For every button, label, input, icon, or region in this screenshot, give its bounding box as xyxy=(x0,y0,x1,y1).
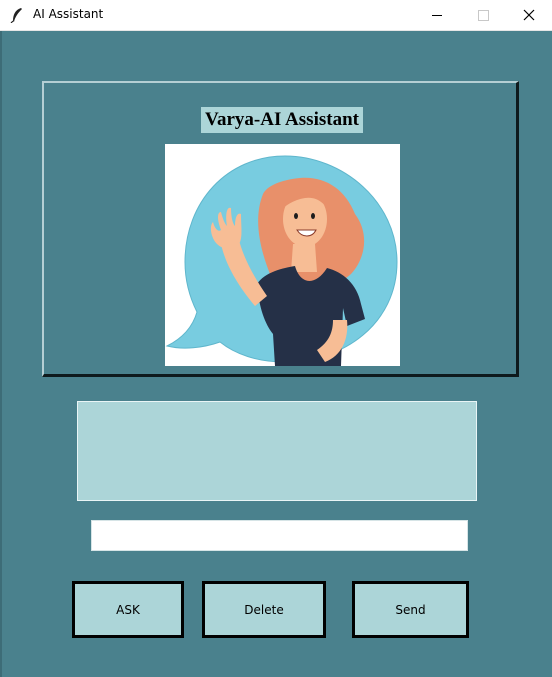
delete-button[interactable]: Delete xyxy=(202,581,326,638)
question-input[interactable] xyxy=(91,520,468,551)
maximize-button[interactable] xyxy=(460,0,506,30)
ask-button[interactable]: ASK xyxy=(72,581,184,638)
waving-woman-icon xyxy=(165,155,398,366)
close-icon xyxy=(523,9,535,21)
close-button[interactable] xyxy=(506,0,552,30)
assistant-avatar xyxy=(165,144,400,366)
assistant-heading: Varya-AI Assistant xyxy=(201,107,363,133)
window-border xyxy=(0,31,2,677)
feather-icon xyxy=(10,7,24,24)
send-button[interactable]: Send xyxy=(352,581,469,638)
window-title: AI Assistant xyxy=(33,7,104,21)
title-bar: AI Assistant xyxy=(0,0,552,31)
minimize-icon xyxy=(432,15,442,16)
maximize-icon xyxy=(478,10,489,21)
minimize-button[interactable] xyxy=(414,0,460,30)
answer-display[interactable] xyxy=(77,401,477,501)
